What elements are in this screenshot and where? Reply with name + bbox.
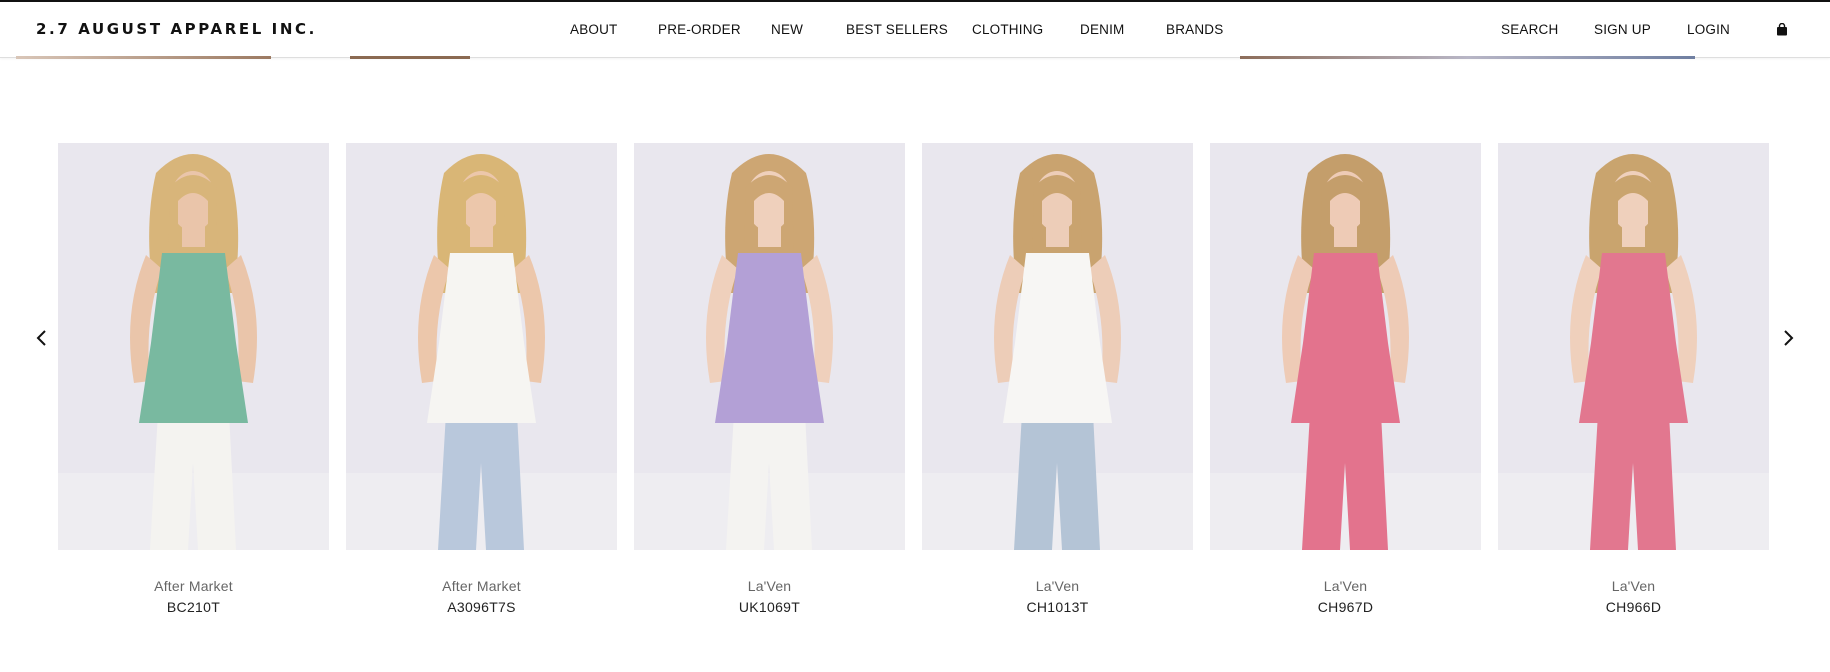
product-card[interactable]: La'Ven CH1013T <box>922 143 1193 618</box>
product-image[interactable] <box>346 143 617 550</box>
product-sku[interactable]: CH967D <box>1210 597 1481 618</box>
photo-floor <box>1210 473 1481 550</box>
photo-floor <box>922 473 1193 550</box>
product-sku[interactable]: CH1013T <box>922 597 1193 618</box>
model-photo <box>346 143 617 550</box>
product-image[interactable] <box>1210 143 1481 550</box>
nav-pre-order[interactable]: PRE-ORDER <box>658 22 741 37</box>
nav-best-sellers[interactable]: BEST SELLERS <box>846 22 948 37</box>
brand-logo[interactable]: 2.7 AUGUST APPAREL INC. <box>36 20 317 38</box>
product-image[interactable] <box>58 143 329 550</box>
product-sku[interactable]: CH966D <box>1498 597 1769 618</box>
product-brand[interactable]: After Market <box>58 576 329 597</box>
product-image[interactable] <box>1498 143 1769 550</box>
photo-floor <box>634 473 905 550</box>
chevron-right-icon[interactable] <box>1776 326 1800 350</box>
nav-denim[interactable]: DENIM <box>1080 22 1125 37</box>
nav-brands[interactable]: BRANDS <box>1166 22 1223 37</box>
product-card[interactable]: After Market BC210T <box>58 143 329 618</box>
product-card[interactable]: La'Ven UK1069T <box>634 143 905 618</box>
product-sku[interactable]: A3096T7S <box>346 597 617 618</box>
photo-floor <box>346 473 617 550</box>
product-brand[interactable]: La'Ven <box>634 576 905 597</box>
product-sku[interactable]: UK1069T <box>634 597 905 618</box>
product-brand[interactable]: La'Ven <box>1498 576 1769 597</box>
nav-clothing[interactable]: CLOTHING <box>972 22 1043 37</box>
product-image[interactable] <box>634 143 905 550</box>
nav-about[interactable]: ABOUT <box>570 22 618 37</box>
shopping-bag-icon[interactable] <box>1776 23 1788 36</box>
nav-search[interactable]: SEARCH <box>1501 22 1558 37</box>
photo-floor <box>58 473 329 550</box>
product-brand[interactable]: La'Ven <box>922 576 1193 597</box>
model-photo <box>58 143 329 550</box>
product-brand[interactable]: After Market <box>346 576 617 597</box>
product-carousel: After Market BC210T After Market A3096T7… <box>0 143 1830 623</box>
nav-sign-up[interactable]: SIGN UP <box>1594 22 1651 37</box>
product-card[interactable]: After Market A3096T7S <box>346 143 617 618</box>
product-brand[interactable]: La'Ven <box>1210 576 1481 597</box>
hero-image-edge <box>0 56 1830 59</box>
model-photo <box>922 143 1193 550</box>
model-photo <box>634 143 905 550</box>
product-card[interactable]: La'Ven CH967D <box>1210 143 1481 618</box>
model-photo <box>1210 143 1481 550</box>
nav-new[interactable]: NEW <box>771 22 803 37</box>
photo-floor <box>1498 473 1769 550</box>
site-header: 2.7 AUGUST APPAREL INC. ABOUT PRE-ORDER … <box>0 0 1830 58</box>
product-sku[interactable]: BC210T <box>58 597 329 618</box>
product-image[interactable] <box>922 143 1193 550</box>
chevron-left-icon[interactable] <box>30 326 54 350</box>
product-card[interactable]: La'Ven CH966D <box>1498 143 1769 618</box>
model-photo <box>1498 143 1769 550</box>
nav-login[interactable]: LOGIN <box>1687 22 1730 37</box>
